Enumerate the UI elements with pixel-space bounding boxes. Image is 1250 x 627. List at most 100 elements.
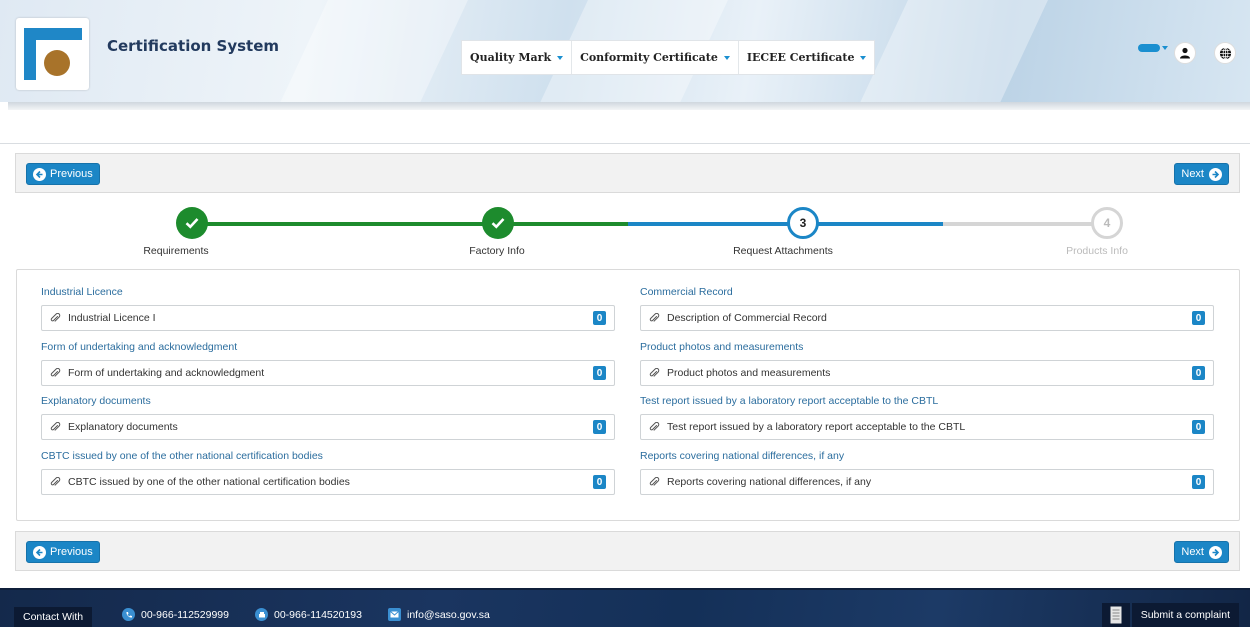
- pager-bottom: Previous Next: [15, 531, 1240, 571]
- step-2-check-icon[interactable]: [482, 207, 514, 239]
- file-input[interactable]: Reports covering national differences, i…: [640, 469, 1214, 495]
- next-button[interactable]: Next: [1174, 541, 1229, 563]
- field-label: Test report issued by a laboratory repor…: [640, 395, 939, 407]
- paperclip-icon: [50, 421, 61, 433]
- attachment-field: Commercial Record Description of Commerc…: [640, 286, 1214, 331]
- fax-number: 00-966-114520193: [274, 608, 362, 621]
- field-label: Commercial Record: [640, 286, 733, 298]
- next-label: Next: [1181, 546, 1204, 558]
- file-count-badge: 0: [1192, 475, 1205, 489]
- step-connector: [498, 222, 628, 226]
- previous-label: Previous: [50, 168, 93, 180]
- arrow-left-icon: [33, 545, 46, 559]
- attachments-panel: Industrial Licence Industrial Licence I …: [16, 269, 1240, 521]
- field-label: Reports covering national differences, i…: [640, 450, 845, 462]
- user-menu-toggle[interactable]: [1138, 44, 1170, 52]
- footer-rule: [0, 588, 1250, 590]
- step-connector: [628, 222, 803, 226]
- contact-with-label: Contact With: [14, 607, 93, 627]
- divider: [0, 143, 1250, 144]
- file-count-badge: 0: [593, 420, 606, 434]
- phone-contact[interactable]: 00-966-112529999: [122, 608, 229, 621]
- next-button[interactable]: Next: [1174, 163, 1229, 185]
- globe-icon[interactable]: [1214, 42, 1236, 64]
- envelope-icon: [388, 608, 401, 621]
- paperclip-icon: [649, 421, 660, 433]
- file-name: Reports covering national differences, i…: [667, 476, 872, 488]
- file-name: Form of undertaking and acknowledgment: [68, 367, 265, 379]
- attachment-field: Test report issued by a laboratory repor…: [640, 395, 1214, 440]
- file-count-badge: 0: [1192, 366, 1205, 380]
- next-label: Next: [1181, 168, 1204, 180]
- step-connector: [803, 222, 943, 226]
- previous-label: Previous: [50, 546, 93, 558]
- paperclip-icon: [50, 367, 61, 379]
- header-shadow: [8, 102, 1250, 110]
- paperclip-icon: [649, 476, 660, 488]
- file-input[interactable]: Industrial Licence I 0: [41, 305, 615, 331]
- attachment-field: Form of undertaking and acknowledgment F…: [41, 341, 615, 386]
- top-navigation: Quality Mark Conformity Certificate IECE…: [461, 40, 876, 75]
- field-label: Form of undertaking and acknowledgment: [41, 341, 238, 353]
- file-name: Industrial Licence I: [68, 312, 156, 324]
- attachment-field: Product photos and measurements Product …: [640, 341, 1214, 386]
- field-label: Explanatory documents: [41, 395, 151, 407]
- file-input[interactable]: Explanatory documents 0: [41, 414, 615, 440]
- paperclip-icon: [50, 476, 61, 488]
- paperclip-icon: [649, 312, 660, 324]
- file-input[interactable]: Test report issued by a laboratory repor…: [640, 414, 1214, 440]
- chevron-down-icon: [1162, 46, 1168, 50]
- nav-label: Quality Mark: [470, 51, 552, 64]
- file-count-badge: 0: [593, 475, 606, 489]
- submit-complaint-label: Submit a complaint: [1131, 603, 1239, 627]
- step-connector: [192, 222, 498, 226]
- file-input[interactable]: Description of Commercial Record 0: [640, 305, 1214, 331]
- step-4-label: Products Info: [1066, 245, 1128, 257]
- pager-top: Previous Next: [15, 153, 1240, 193]
- step-1-label: Requirements: [143, 245, 209, 257]
- step-3-label: Request Attachments: [733, 245, 833, 257]
- arrow-right-icon: [1209, 167, 1222, 181]
- previous-button[interactable]: Previous: [26, 163, 100, 185]
- document-icon: [1101, 603, 1130, 627]
- submit-complaint-button[interactable]: Submit a complaint: [1101, 603, 1239, 627]
- file-name: Description of Commercial Record: [667, 312, 827, 324]
- user-icon[interactable]: [1174, 42, 1196, 64]
- arrow-right-icon: [1209, 545, 1222, 559]
- previous-button[interactable]: Previous: [26, 541, 100, 563]
- arrow-left-icon: [33, 167, 46, 181]
- file-name: Product photos and measurements: [667, 367, 831, 379]
- file-input[interactable]: Form of undertaking and acknowledgment 0: [41, 360, 615, 386]
- email-contact[interactable]: info@saso.gov.sa: [388, 608, 490, 621]
- nav-conformity-certificate[interactable]: Conformity Certificate: [572, 41, 739, 74]
- file-input[interactable]: CBTC issued by one of the other national…: [41, 469, 615, 495]
- fax-contact[interactable]: 00-966-114520193: [255, 608, 362, 621]
- email-address: info@saso.gov.sa: [407, 608, 490, 621]
- site-footer: Contact With 00-966-112529999 00-966-114…: [0, 588, 1250, 627]
- step-1-check-icon[interactable]: [176, 207, 208, 239]
- field-label: Product photos and measurements: [640, 341, 804, 353]
- step-3-indicator[interactable]: 3: [787, 207, 819, 239]
- file-count-badge: 0: [593, 366, 606, 380]
- phone-number: 00-966-112529999: [141, 608, 229, 621]
- file-input[interactable]: Product photos and measurements 0: [640, 360, 1214, 386]
- nav-iecee-certificate[interactable]: IECEE Certificate: [739, 41, 875, 74]
- nav-quality-mark[interactable]: Quality Mark: [462, 41, 573, 74]
- paperclip-icon: [649, 367, 660, 379]
- chevron-down-icon: [860, 55, 867, 60]
- site-header: Certification System Quality Mark Confor…: [0, 0, 1250, 102]
- field-label: Industrial Licence: [41, 286, 123, 298]
- paperclip-icon: [50, 312, 61, 324]
- wizard-steps: Requirements Factory Info 3 Request Atta…: [0, 200, 1250, 266]
- fax-icon: [255, 608, 268, 621]
- nav-label: IECEE Certificate: [746, 51, 855, 64]
- step-connector: [943, 222, 1107, 226]
- nav-label: Conformity Certificate: [580, 51, 718, 64]
- logo[interactable]: [16, 18, 89, 90]
- chevron-down-icon: [723, 55, 730, 60]
- app-title: Certification System: [107, 37, 280, 55]
- step-2-label: Factory Info: [469, 245, 525, 257]
- phone-icon: [122, 608, 135, 621]
- step-4-indicator[interactable]: 4: [1091, 207, 1123, 239]
- file-count-badge: 0: [593, 311, 606, 325]
